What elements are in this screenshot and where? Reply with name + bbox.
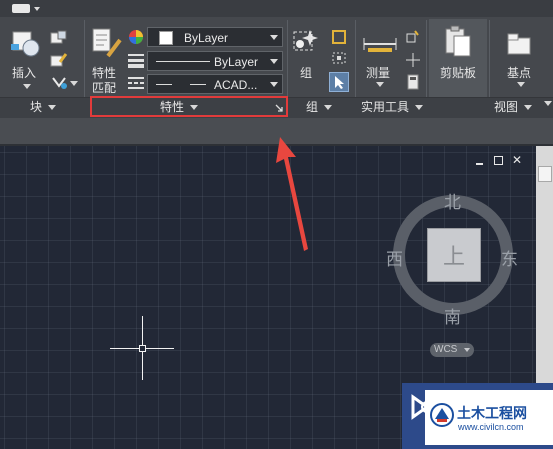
ungroup-icon[interactable]	[331, 29, 347, 45]
chevron-down-icon	[48, 105, 57, 111]
base-label: 基点	[507, 66, 532, 80]
measure-label: 测量	[366, 66, 391, 80]
group-edit-icon[interactable]	[331, 50, 347, 66]
chevron-down-icon	[524, 105, 533, 111]
chevron-down-icon	[464, 348, 470, 352]
linetype-sample	[156, 61, 210, 62]
watermark-url: www.civilcn.com	[458, 422, 524, 432]
chevron-down-icon	[415, 105, 424, 111]
compass-south-label[interactable]: 南	[444, 303, 461, 328]
calculator-icon[interactable]	[405, 74, 421, 90]
viewport-close-icon[interactable]: ✕	[512, 153, 522, 167]
edit-attributes-icon[interactable]	[50, 74, 68, 90]
cursor-icon	[335, 76, 344, 89]
viewcube-top-face[interactable]: 上	[427, 228, 481, 282]
group-label: 组	[300, 66, 313, 80]
wcs-label: WCS	[434, 344, 458, 355]
watermark-title: 土木工程网	[457, 405, 527, 421]
color-wheel-icon[interactable]	[127, 28, 145, 46]
view-panel-label: 视图	[494, 100, 519, 114]
scroll-thumb[interactable]	[538, 166, 552, 182]
color-combo[interactable]: ByLayer	[147, 27, 283, 47]
red-arrow-annotation	[276, 137, 308, 251]
lineweight-icon[interactable]	[127, 52, 145, 68]
ribbon-scroll-icon[interactable]	[544, 101, 552, 106]
group-selection-toggle[interactable]	[329, 72, 349, 92]
watermark-card: 土木工程网 www.civilcn.com	[425, 390, 553, 445]
viewport-minimize-icon[interactable]	[476, 163, 483, 165]
lineweight-sample-1	[156, 84, 172, 85]
insert-button[interactable]: 插入	[6, 26, 46, 86]
base-point-icon	[507, 33, 531, 55]
measure-button[interactable]: 测量	[360, 26, 400, 92]
base-button[interactable]: 基点	[496, 26, 546, 88]
crosshair-pickbox	[139, 345, 146, 352]
linetype-combo[interactable]: ByLayer	[147, 51, 283, 71]
group-button[interactable]: 组	[290, 26, 324, 86]
app-menu-button[interactable]	[12, 4, 30, 13]
linetype-icon[interactable]	[127, 74, 145, 90]
quick-access-strip	[0, 0, 553, 18]
panel-title-block[interactable]: 块	[30, 99, 57, 115]
match-properties-icon	[92, 28, 122, 58]
insert-dropdown-icon[interactable]	[23, 84, 31, 89]
chevron-down-icon	[324, 105, 333, 111]
clipboard-button[interactable]: 剪贴板	[431, 22, 485, 92]
measure-icon	[363, 38, 397, 52]
match-properties-label-2: 匹配	[92, 81, 117, 95]
insert-block-icon	[11, 31, 40, 57]
chevron-down-icon	[270, 59, 278, 64]
measure-dropdown-icon	[376, 82, 384, 87]
panel-title-utilities[interactable]: 实用工具	[361, 99, 424, 115]
block-panel-label: 块	[30, 100, 43, 114]
watermark-emblem-icon	[430, 403, 454, 427]
properties-highlight-box	[90, 96, 288, 117]
panel-title-group[interactable]: 组	[306, 99, 333, 115]
match-properties-button[interactable]: 特性 匹配	[88, 26, 124, 95]
utilities-panel-label: 实用工具	[361, 100, 410, 114]
linetype-combo-value: ByLayer	[214, 55, 259, 69]
clipboard-icon	[445, 25, 471, 57]
attributes-dropdown-icon[interactable]	[70, 81, 78, 86]
create-block-icon[interactable]	[50, 30, 68, 46]
insert-label: 插入	[12, 66, 37, 80]
group-icon	[293, 30, 318, 51]
lineweight-combo[interactable]: ACAD...	[147, 74, 283, 94]
app-menu-chevron-icon[interactable]	[34, 7, 40, 11]
group-panel-label: 组	[306, 100, 319, 114]
quick-select-icon[interactable]	[405, 29, 421, 45]
lineweight-combo-value: ACAD...	[214, 78, 258, 92]
edit-block-icon[interactable]	[50, 52, 68, 68]
compass-north-label[interactable]: 北	[444, 188, 461, 213]
chevron-down-icon	[270, 35, 278, 40]
lineweight-sample-2	[190, 84, 206, 85]
compass-east-label[interactable]: 东	[501, 245, 518, 270]
compass-west-label[interactable]: 西	[386, 245, 403, 270]
color-swatch	[159, 31, 173, 45]
color-combo-value: ByLayer	[184, 31, 229, 45]
top-face-label: 上	[443, 245, 466, 270]
point-style-icon[interactable]	[405, 52, 421, 68]
panel-title-view[interactable]: 视图	[494, 99, 533, 115]
wcs-menu[interactable]: WCS	[430, 343, 474, 357]
clipboard-label: 剪贴板	[440, 66, 477, 80]
base-dropdown-icon	[517, 82, 525, 87]
viewport-restore-icon[interactable]	[494, 156, 503, 165]
chevron-down-icon	[270, 82, 278, 87]
